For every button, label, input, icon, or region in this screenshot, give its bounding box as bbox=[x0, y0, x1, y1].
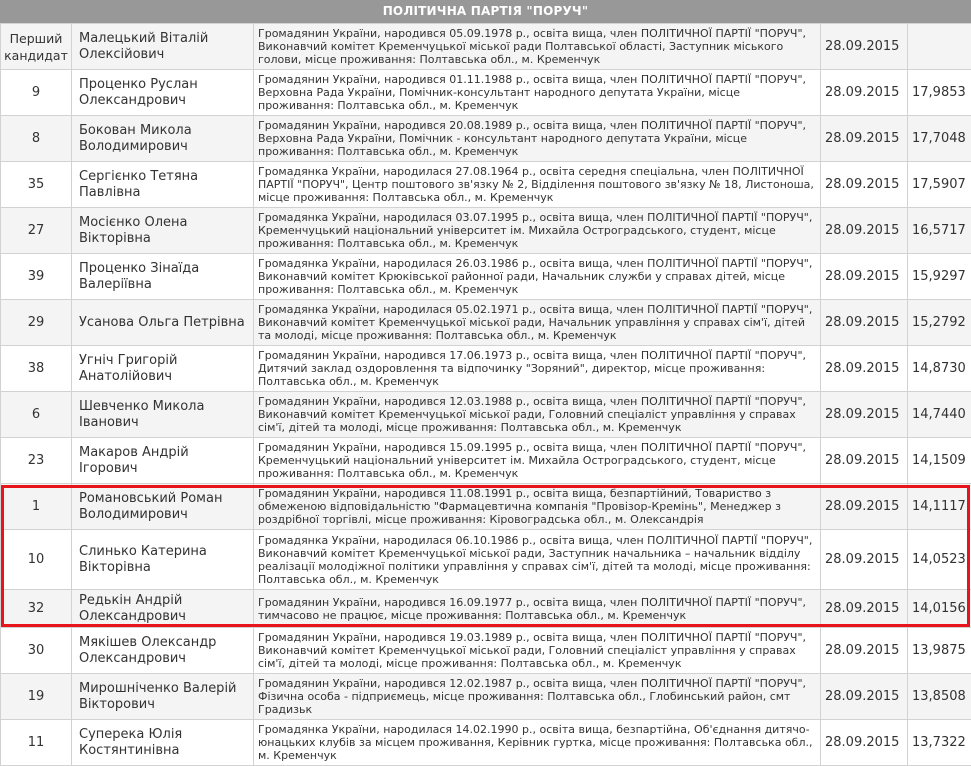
candidate-rating: 14,0523 bbox=[908, 530, 971, 590]
candidate-description: Громадянин України, народився 15.09.1995… bbox=[254, 438, 821, 484]
table-row: 11 Суперека Юлія Костянтинівна Громадянк… bbox=[1, 720, 971, 766]
candidate-rating: 15,9297 bbox=[908, 254, 971, 300]
candidate-rating: 14,7440 bbox=[908, 392, 971, 438]
candidate-rating: 16,5717 bbox=[908, 208, 971, 254]
candidate-number: 6 bbox=[1, 392, 72, 438]
table-row: 10 Слинько Катерина Вікторівна Громадянк… bbox=[1, 530, 971, 590]
candidate-number: 29 bbox=[1, 300, 72, 346]
table-row: 8 Бокован Микола Володимирович Громадяни… bbox=[1, 116, 971, 162]
registration-date: 28.09.2015 bbox=[821, 392, 908, 438]
candidate-name: Романовський Роман Володимирович bbox=[72, 484, 254, 530]
candidate-number: 11 bbox=[1, 720, 72, 766]
candidate-description: Громадянка України, народилася 14.02.199… bbox=[254, 720, 821, 766]
candidate-number: 9 bbox=[1, 70, 72, 116]
candidate-number: 1 bbox=[1, 484, 72, 530]
candidate-description: Громадянка України, народилася 06.10.198… bbox=[254, 530, 821, 590]
candidate-number: 32 bbox=[1, 590, 72, 628]
candidate-description: Громадянка України, народилася 03.07.199… bbox=[254, 208, 821, 254]
candidate-name: Малецький Віталій Олексійович bbox=[72, 24, 254, 70]
candidate-name: Мирошніченко Валерій Вікторович bbox=[72, 674, 254, 720]
candidate-number: 23 bbox=[1, 438, 72, 484]
registration-date: 28.09.2015 bbox=[821, 590, 908, 628]
registration-date: 28.09.2015 bbox=[821, 346, 908, 392]
candidate-rating: 15,2792 bbox=[908, 300, 971, 346]
candidate-number: 39 bbox=[1, 254, 72, 300]
candidate-rating: 14,1509 bbox=[908, 438, 971, 484]
table-row: 38 Угніч Григорій Анатолійович Громадяни… bbox=[1, 346, 971, 392]
candidate-name: Мякішев Олександр Олександрович bbox=[72, 628, 254, 674]
registration-date: 28.09.2015 bbox=[821, 484, 908, 530]
table-row: 9 Проценко Руслан Олександрович Громадян… bbox=[1, 70, 971, 116]
candidate-number: 30 bbox=[1, 628, 72, 674]
candidate-rating bbox=[908, 24, 971, 70]
table-row: 39 Проценко Зінаїда Валеріївна Громадянк… bbox=[1, 254, 971, 300]
candidate-rating: 17,7048 bbox=[908, 116, 971, 162]
candidate-description: Громадянка України, народилася 05.02.197… bbox=[254, 300, 821, 346]
registration-date: 28.09.2015 bbox=[821, 24, 908, 70]
candidate-number: 8 bbox=[1, 116, 72, 162]
first-candidate-label: Перший кандидат bbox=[1, 24, 72, 70]
candidate-description: Громадянин України, народився 19.03.1989… bbox=[254, 628, 821, 674]
candidate-rating: 14,8730 bbox=[908, 346, 971, 392]
party-header: ПОЛІТИЧНА ПАРТІЯ "ПОРУЧ" bbox=[0, 0, 971, 23]
candidate-description: Громадянин України, народився 12.02.1987… bbox=[254, 674, 821, 720]
candidate-description: Громадянка України, народилася 26.03.198… bbox=[254, 254, 821, 300]
candidate-name: Усанова Ольга Петрівна bbox=[72, 300, 254, 346]
candidate-description: Громадянин України, народився 12.03.1988… bbox=[254, 392, 821, 438]
registration-date: 28.09.2015 bbox=[821, 208, 908, 254]
table-row: 1 Романовський Роман Володимирович Грома… bbox=[1, 484, 971, 530]
table-row: 6 Шевченко Микола Іванович Громадянин Ук… bbox=[1, 392, 971, 438]
registration-date: 28.09.2015 bbox=[821, 438, 908, 484]
candidate-description: Громадянин України, народився 01.11.1988… bbox=[254, 70, 821, 116]
candidate-rating: 13,7322 bbox=[908, 720, 971, 766]
candidate-number: 19 bbox=[1, 674, 72, 720]
registration-date: 28.09.2015 bbox=[821, 674, 908, 720]
registration-date: 28.09.2015 bbox=[821, 300, 908, 346]
candidate-number: 10 bbox=[1, 530, 72, 590]
candidate-number: 38 bbox=[1, 346, 72, 392]
candidate-name: Угніч Григорій Анатолійович bbox=[72, 346, 254, 392]
registration-date: 28.09.2015 bbox=[821, 70, 908, 116]
table-row: 27 Мосієнко Олена Вікторівна Громадянка … bbox=[1, 208, 971, 254]
candidate-name: Бокован Микола Володимирович bbox=[72, 116, 254, 162]
candidate-description: Громадянка України, народилася 27.08.196… bbox=[254, 162, 821, 208]
candidate-rating: 17,9853 bbox=[908, 70, 971, 116]
registration-date: 28.09.2015 bbox=[821, 628, 908, 674]
table-row: 35 Сергієнко Тетяна Павлівна Громадянка … bbox=[1, 162, 971, 208]
candidate-name: Мосієнко Олена Вікторівна bbox=[72, 208, 254, 254]
table-row: 23 Макаров Андрій Ігорович Громадянин Ук… bbox=[1, 438, 971, 484]
candidate-name: Проценко Руслан Олександрович bbox=[72, 70, 254, 116]
registration-date: 28.09.2015 bbox=[821, 254, 908, 300]
table-row: 29 Усанова Ольга Петрівна Громадянка Укр… bbox=[1, 300, 971, 346]
candidate-number: 27 bbox=[1, 208, 72, 254]
candidate-name: Сергієнко Тетяна Павлівна bbox=[72, 162, 254, 208]
table-row: 30 Мякішев Олександр Олександрович Грома… bbox=[1, 628, 971, 674]
candidate-rating: 13,9875 bbox=[908, 628, 971, 674]
candidate-description: Громадянин України, народився 11.08.1991… bbox=[254, 484, 821, 530]
candidate-rating: 17,5907 bbox=[908, 162, 971, 208]
candidate-rating: 14,0156 bbox=[908, 590, 971, 628]
candidate-name: Макаров Андрій Ігорович bbox=[72, 438, 254, 484]
candidate-description: Громадянин України, народився 17.06.1973… bbox=[254, 346, 821, 392]
candidate-name: Редькін Андрій Олександрович bbox=[72, 590, 254, 628]
candidate-name: Шевченко Микола Іванович bbox=[72, 392, 254, 438]
candidate-description: Громадянин України, народився 20.08.1989… bbox=[254, 116, 821, 162]
candidate-rating: 14,1117 bbox=[908, 484, 971, 530]
candidate-description: Громадянин України, народився 16.09.1977… bbox=[254, 590, 821, 628]
registration-date: 28.09.2015 bbox=[821, 720, 908, 766]
candidate-name: Слинько Катерина Вікторівна bbox=[72, 530, 254, 590]
candidate-name: Проценко Зінаїда Валеріївна bbox=[72, 254, 254, 300]
registration-date: 28.09.2015 bbox=[821, 116, 908, 162]
candidate-rating: 13,8508 bbox=[908, 674, 971, 720]
candidate-name: Суперека Юлія Костянтинівна bbox=[72, 720, 254, 766]
candidate-description: Громадянин України, народився 05.09.1978… bbox=[254, 24, 821, 70]
registration-date: 28.09.2015 bbox=[821, 530, 908, 590]
table-row: 19 Мирошніченко Валерій Вікторович Грома… bbox=[1, 674, 971, 720]
table-row: 32 Редькін Андрій Олександрович Громадян… bbox=[1, 590, 971, 628]
candidates-table: Перший кандидат Малецький Віталій Олексі… bbox=[0, 23, 971, 766]
table-row: Перший кандидат Малецький Віталій Олексі… bbox=[1, 24, 971, 70]
candidate-number: 35 bbox=[1, 162, 72, 208]
registration-date: 28.09.2015 bbox=[821, 162, 908, 208]
